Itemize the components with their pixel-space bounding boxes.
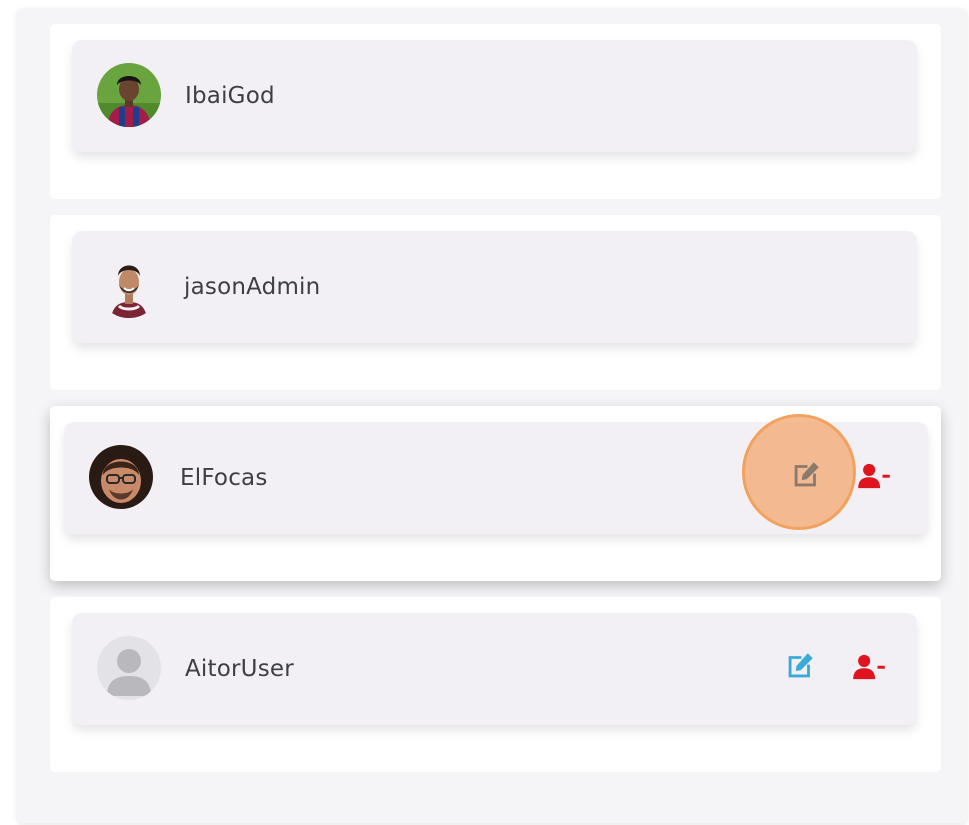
remove-user-button[interactable] <box>851 649 887 685</box>
avatar <box>97 636 161 700</box>
edit-icon <box>794 462 819 487</box>
user-row[interactable]: IbaiGod <box>72 40 917 152</box>
avatar <box>97 63 161 127</box>
user-row[interactable]: jasonAdmin <box>72 231 917 343</box>
username: IbaiGod <box>185 83 275 109</box>
avatar-image <box>89 445 153 509</box>
default-user-icon <box>97 636 161 700</box>
avatar-image <box>97 63 161 127</box>
username: jasonAdmin <box>184 274 321 300</box>
edit-icon <box>788 653 813 678</box>
avatar <box>89 445 153 509</box>
username: ElFocas <box>180 465 268 491</box>
edit-user-button[interactable] <box>782 648 818 684</box>
edit-user-button[interactable] <box>788 457 824 493</box>
avatar-image <box>97 254 161 318</box>
username: AitorUser <box>185 656 294 682</box>
remove-user-icon <box>853 654 885 680</box>
avatar <box>97 254 161 318</box>
remove-user-button[interactable] <box>856 458 892 494</box>
remove-user-icon <box>858 463 890 489</box>
